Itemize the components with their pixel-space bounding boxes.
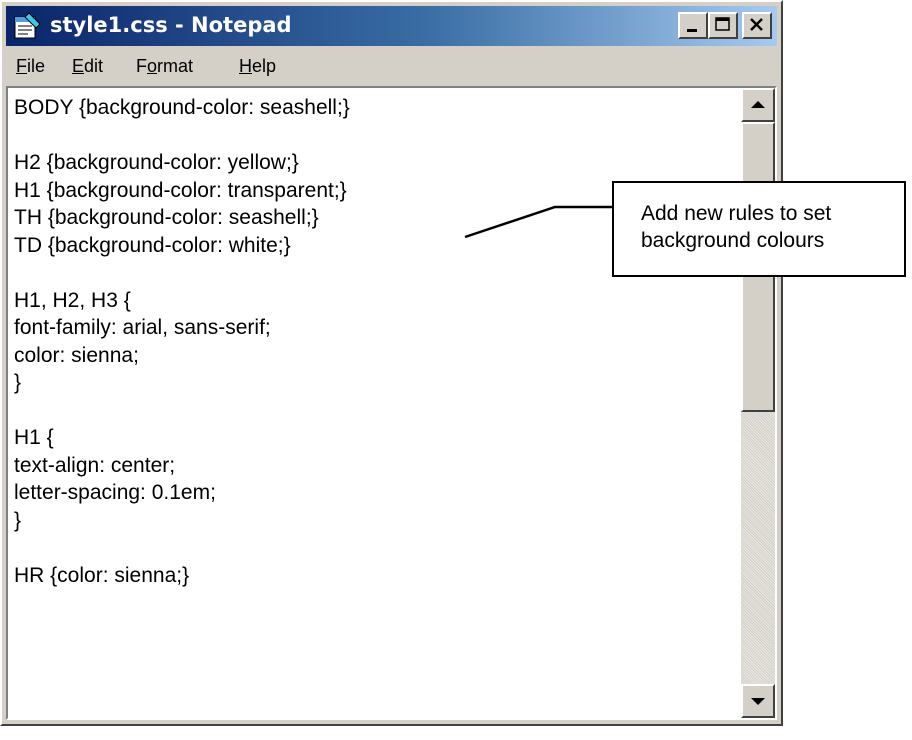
callout-line-2: background colours [641,229,825,252]
arrow-down-icon [751,698,765,705]
close-button[interactable] [742,12,772,39]
minimize-icon [687,29,697,32]
menu-bar: File Edit Format Help [6,48,777,84]
menu-format[interactable]: Format [136,56,193,77]
minimize-button[interactable] [678,12,708,39]
title-bar[interactable]: style1.css - Notepad [6,6,777,46]
menu-help[interactable]: Help [239,56,276,77]
callout-annotation: Add new rules to set background colours [612,181,906,277]
arrow-up-icon [751,101,765,108]
menu-edit[interactable]: Edit [72,56,103,77]
menu-file[interactable]: File [16,56,45,77]
maximize-button[interactable] [708,12,738,39]
callout-line-1: Add new rules to set [641,202,832,225]
close-icon [750,18,763,31]
scroll-down-button[interactable] [741,684,775,718]
scroll-up-button[interactable] [741,88,775,122]
window-title: style1.css - Notepad [50,13,292,37]
notepad-window: style1.css - Notepad File Edit Format He… [0,0,783,726]
maximize-icon [715,17,730,31]
notepad-icon[interactable] [12,11,42,41]
